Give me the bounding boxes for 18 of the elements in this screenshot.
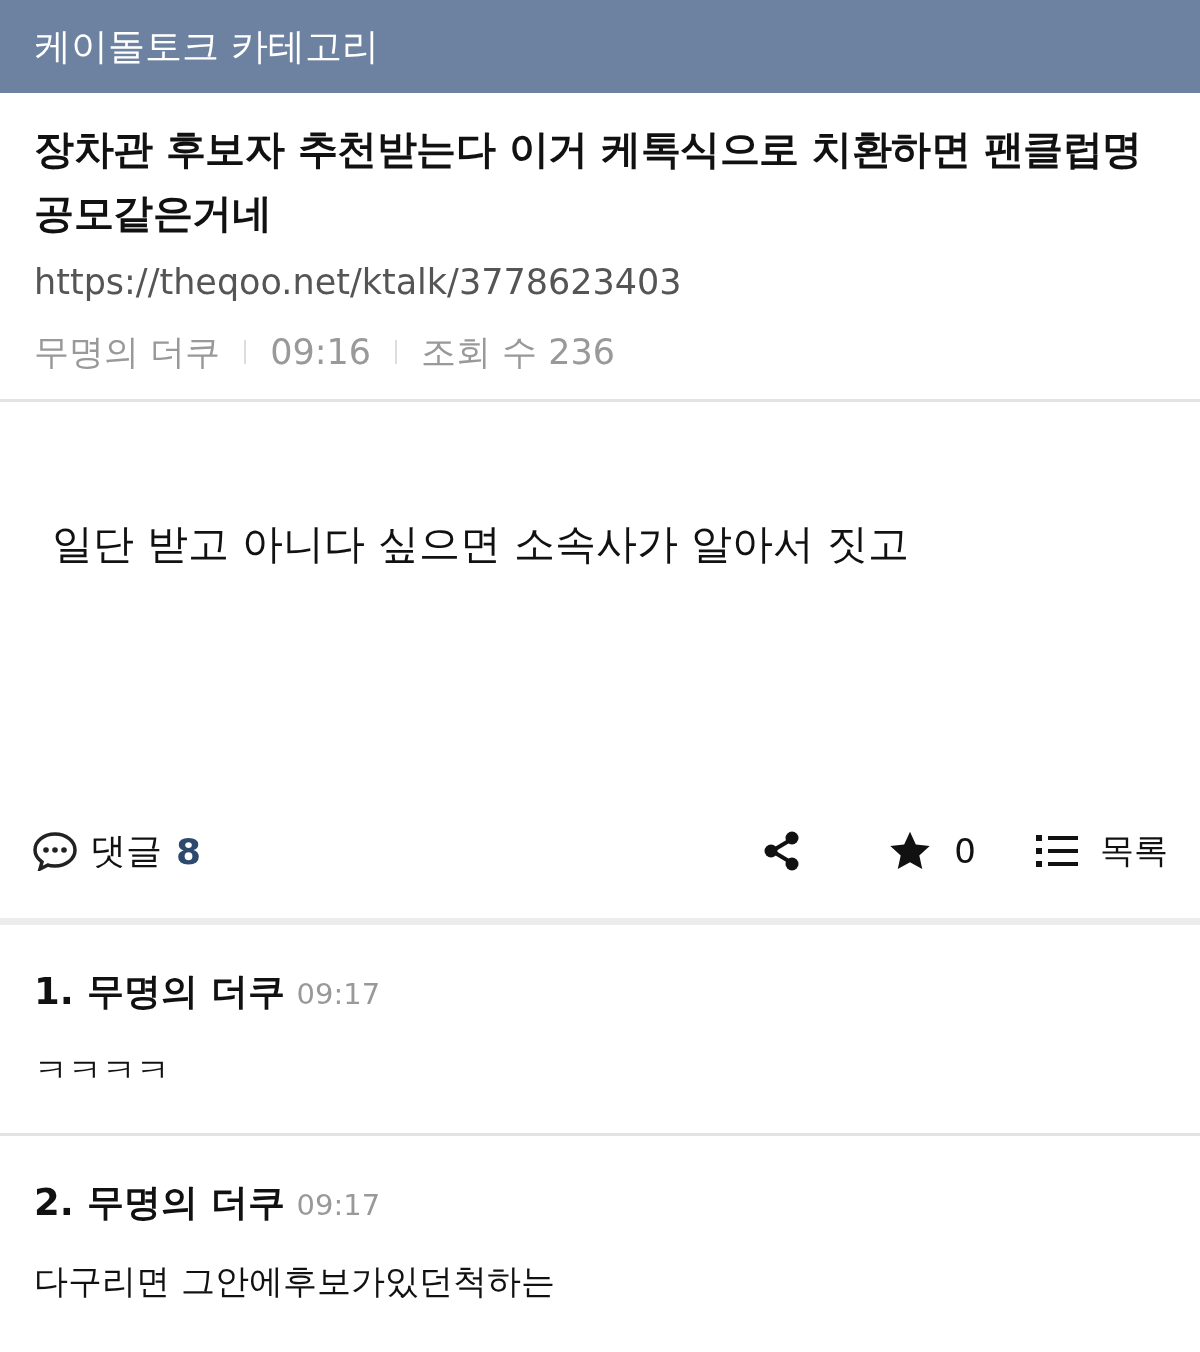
list-icon bbox=[1036, 834, 1078, 868]
comment-time: 09:17 bbox=[296, 1187, 381, 1224]
comment-author: 1. 무명의 더쿠 bbox=[34, 969, 285, 1015]
comments-button[interactable]: 댓글 8 bbox=[32, 826, 202, 876]
post-url[interactable]: https://theqoo.net/ktalk/3778623403 bbox=[34, 257, 1166, 307]
comment-author: 2. 무명의 더쿠 bbox=[34, 1180, 285, 1226]
comment-text: 다구리면 그안에후보가있던척하는 bbox=[34, 1260, 556, 1303]
list-button[interactable]: 목록 bbox=[1036, 828, 1168, 874]
comment-time: 09:17 bbox=[296, 976, 381, 1013]
post-title: 장차관 후보자 추천받는다 이거 케톡식으로 치환하면 팬클럽명 공모같은거네 bbox=[34, 125, 1143, 238]
category-title[interactable]: 케이돌토크 카테고리 bbox=[34, 21, 379, 72]
speech-bubble-icon bbox=[32, 831, 78, 871]
post-body-text: 일단 받고 아니다 싶으면 소속사가 알아서 짓고 bbox=[52, 519, 911, 570]
post-time: 09:16 bbox=[270, 331, 371, 374]
author-name: 무명의 더쿠 bbox=[34, 331, 221, 374]
star-button[interactable]: 0 bbox=[888, 830, 976, 872]
view-count: 조회 수 236 bbox=[421, 331, 616, 374]
comment-text: ㅋㅋㅋㅋ bbox=[34, 1049, 171, 1092]
